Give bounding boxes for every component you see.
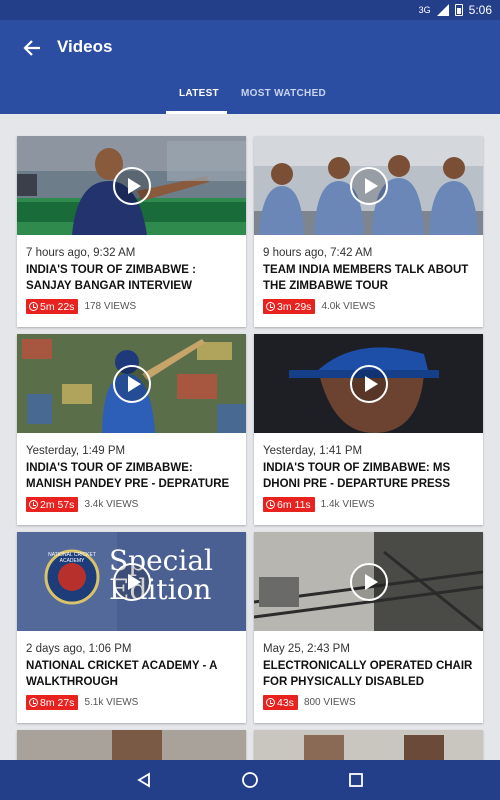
video-card[interactable]: Yesterday, 1:49 PM INDIA'S TOUR OF ZIMBA… <box>17 334 246 525</box>
tab-most-watched[interactable]: MOST WATCHED <box>241 88 326 99</box>
duration-text: 6m 11s <box>277 498 311 511</box>
clock-icon <box>266 698 275 707</box>
triangle-back-icon <box>137 772 150 788</box>
view-count: 800 VIEWS <box>303 697 356 708</box>
view-count: 1.4k VIEWS <box>320 499 375 510</box>
nav-home-button[interactable] <box>238 768 262 792</box>
page-title: Videos <box>57 37 113 56</box>
video-title[interactable]: INDIA'S TOUR OF ZIMBABWE: MANISH PANDEY … <box>26 461 240 492</box>
video-thumbnail[interactable] <box>17 334 246 433</box>
clock-icon <box>266 500 275 509</box>
duration-text: 5m 22s <box>40 300 75 313</box>
clock-icon <box>29 698 38 707</box>
duration-text: 8m 27s <box>40 696 75 709</box>
system-nav-bar <box>0 760 500 800</box>
video-stats: 43s 800 VIEWS <box>263 695 356 710</box>
duration-text: 2m 57s <box>40 498 75 511</box>
back-button[interactable] <box>18 34 46 62</box>
video-card[interactable]: 9 hours ago, 7:42 AM TEAM INDIA MEMBERS … <box>254 136 483 327</box>
video-stats: 2m 57s 3.4k VIEWS <box>26 497 138 512</box>
video-card[interactable]: 7 hours ago, 9:32 AM INDIA'S TOUR OF ZIM… <box>17 136 246 327</box>
view-count: 5.1k VIEWS <box>84 697 139 708</box>
nav-back-button[interactable] <box>132 768 156 792</box>
view-count: 178 VIEWS <box>84 301 137 312</box>
video-timestamp: Yesterday, 1:49 PM <box>26 445 126 457</box>
duration-badge: 6m 11s <box>263 497 315 512</box>
battery-icon <box>454 4 463 16</box>
video-thumbnail[interactable] <box>254 334 483 433</box>
video-card[interactable]: NATIONAL CRICKET ACADEMY Special Edition… <box>17 532 246 723</box>
nav-recents-button[interactable] <box>344 768 368 792</box>
duration-badge: 2m 57s <box>26 497 79 512</box>
video-timestamp: May 25, 2:43 PM <box>263 643 350 655</box>
video-stats: 3m 29s 4.0k VIEWS <box>263 299 375 314</box>
video-stats: 8m 27s 5.1k VIEWS <box>26 695 138 710</box>
video-title[interactable]: NATIONAL CRICKET ACADEMY - A WALKTHROUGH <box>26 659 240 690</box>
square-recents-icon <box>349 773 363 787</box>
video-stats: 6m 11s 1.4k VIEWS <box>263 497 375 512</box>
video-card[interactable]: May 25, 2:43 PM ELECTRONICALLY OPERATED … <box>254 532 483 723</box>
circle-home-icon <box>242 772 258 788</box>
clock-icon <box>29 500 38 509</box>
video-card[interactable] <box>17 730 246 760</box>
network-type: 3G <box>418 5 431 15</box>
signal-icon <box>436 4 449 16</box>
clock-time: 5:06 <box>468 3 492 17</box>
duration-badge: 3m 29s <box>263 299 316 314</box>
arrow-back-icon <box>23 40 40 56</box>
video-timestamp: 2 days ago, 1:06 PM <box>26 643 132 655</box>
duration-text: 43s <box>277 696 294 709</box>
video-title[interactable]: TEAM INDIA MEMBERS TALK ABOUT THE ZIMBAB… <box>263 263 477 294</box>
play-icon[interactable] <box>113 365 151 403</box>
video-stats: 5m 22s 178 VIEWS <box>26 299 136 314</box>
video-thumbnail[interactable] <box>254 532 483 631</box>
video-title[interactable]: INDIA'S TOUR OF ZIMBABWE: MS DHONI PRE -… <box>263 461 477 492</box>
nca-badge-text: NATIONAL CRICKET ACADEMY <box>48 552 96 564</box>
video-thumbnail[interactable]: NATIONAL CRICKET ACADEMY Special Edition <box>17 532 246 631</box>
tab-latest[interactable]: LATEST <box>179 88 219 99</box>
video-thumbnail[interactable] <box>17 136 246 235</box>
video-title[interactable]: INDIA'S TOUR OF ZIMBABWE : SANJAY BANGAR… <box>26 263 240 294</box>
thumbnail-image <box>17 730 246 760</box>
duration-badge: 5m 22s <box>26 299 79 314</box>
video-card[interactable] <box>254 730 483 760</box>
clock-icon <box>29 302 38 311</box>
play-icon[interactable] <box>350 563 388 601</box>
tab-bar: LATEST MOST WATCHED <box>0 84 500 114</box>
video-timestamp: 7 hours ago, 9:32 AM <box>26 247 136 259</box>
video-grid[interactable]: 7 hours ago, 9:32 AM INDIA'S TOUR OF ZIM… <box>0 114 500 760</box>
video-timestamp: Yesterday, 1:41 PM <box>263 445 363 457</box>
view-count: 4.0k VIEWS <box>321 301 376 312</box>
duration-badge: 8m 27s <box>26 695 79 710</box>
view-count: 3.4k VIEWS <box>84 499 139 510</box>
duration-text: 3m 29s <box>277 300 312 313</box>
play-icon[interactable] <box>113 563 151 601</box>
video-title[interactable]: ELECTRONICALLY OPERATED CHAIR FOR PHYSIC… <box>263 659 477 690</box>
video-timestamp: 9 hours ago, 7:42 AM <box>263 247 373 259</box>
play-icon[interactable] <box>350 365 388 403</box>
app-bar: Videos LATEST MOST WATCHED <box>0 20 500 114</box>
play-icon[interactable] <box>350 167 388 205</box>
play-icon[interactable] <box>113 167 151 205</box>
video-thumbnail[interactable] <box>254 136 483 235</box>
status-bar: 3G 5:06 <box>0 0 500 20</box>
clock-icon <box>266 302 275 311</box>
thumbnail-image <box>254 730 483 760</box>
duration-badge: 43s <box>263 695 298 710</box>
video-card[interactable]: Yesterday, 1:41 PM INDIA'S TOUR OF ZIMBA… <box>254 334 483 525</box>
